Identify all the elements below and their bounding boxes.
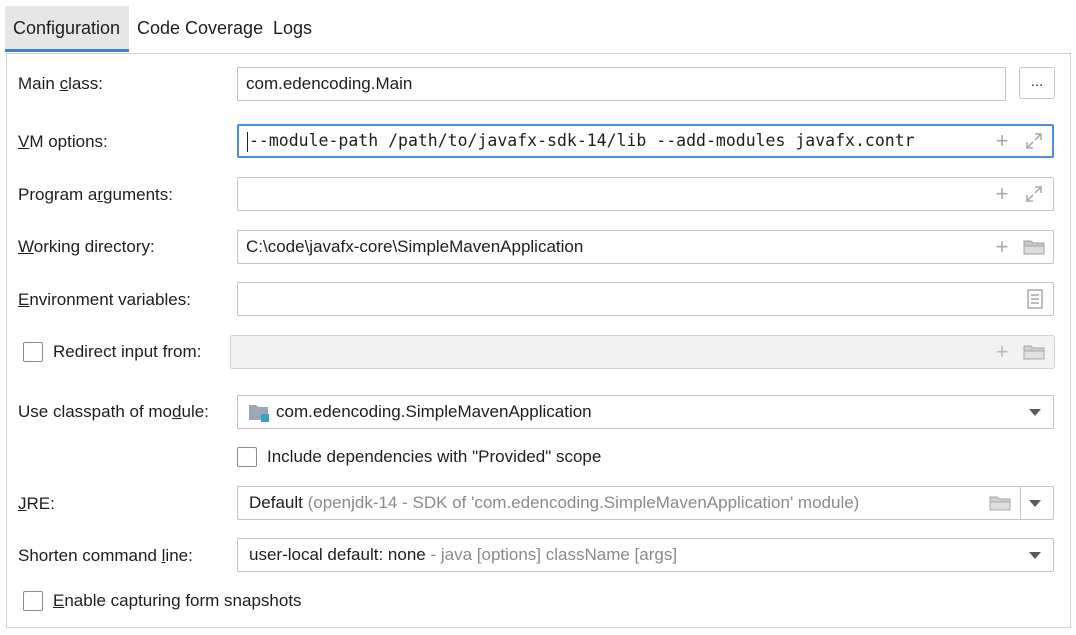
folder-icon[interactable] (1021, 336, 1047, 368)
working-directory-field[interactable]: C:\code\javafx-core\SimpleMavenApplicati… (237, 230, 1054, 264)
plus-icon[interactable]: + (989, 336, 1015, 368)
plus-icon[interactable]: + (989, 126, 1015, 156)
vm-options-field[interactable]: --module-path /path/to/javafx-sdk-14/lib… (237, 124, 1054, 158)
include-dependencies-checkbox[interactable] (237, 447, 257, 467)
tab-code-coverage[interactable]: Code Coverage (129, 6, 271, 52)
chevron-down-icon (1029, 409, 1041, 416)
document-list-icon[interactable] (1022, 283, 1048, 315)
text-cursor (247, 132, 248, 152)
jre-dropdown[interactable]: Default (openjdk-14 - SDK of 'com.edenco… (237, 486, 1054, 520)
capture-snapshots-label: Enable capturing form snapshots (53, 591, 302, 610)
environment-variables-field[interactable] (237, 282, 1054, 316)
expand-icon[interactable] (1021, 126, 1047, 156)
vm-options-value: --module-path /path/to/javafx-sdk-14/lib… (249, 131, 915, 150)
working-directory-value: C:\code\javafx-core\SimpleMavenApplicati… (246, 237, 584, 256)
jre-value: Default (openjdk-14 - SDK of 'com.edenco… (249, 493, 860, 512)
module-folder-icon (248, 403, 270, 428)
tab-configuration[interactable]: Configuration (5, 6, 129, 52)
jre-label: JRE: (18, 494, 55, 513)
capture-snapshots-checkbox[interactable] (23, 591, 43, 611)
redirect-input-field[interactable]: + (230, 335, 1055, 369)
tab-logs[interactable]: Logs (265, 6, 320, 52)
redirect-input-checkbox[interactable] (23, 342, 43, 362)
expand-icon[interactable] (1021, 178, 1047, 210)
environment-variables-label: Environment variables: (18, 290, 191, 309)
plus-icon[interactable]: + (989, 178, 1015, 210)
vm-options-label: VM options: (18, 132, 108, 151)
include-dependencies-label: Include dependencies with "Provided" sco… (267, 447, 602, 466)
tab-bar: Configuration Code Coverage Logs (0, 0, 1076, 54)
main-class-browse-button[interactable]: ... (1019, 67, 1055, 99)
folder-icon[interactable] (1021, 231, 1047, 263)
shorten-command-line-label: Shorten command line: (18, 546, 193, 565)
main-class-field[interactable]: com.edencoding.Main (237, 67, 1006, 101)
redirect-input-label: Redirect input from: (53, 342, 202, 361)
shorten-command-line-value: user-local default: none - java [options… (249, 545, 678, 564)
program-arguments-label: Program arguments: (18, 185, 173, 204)
classpath-module-dropdown[interactable]: com.edencoding.SimpleMavenApplication (237, 395, 1054, 429)
main-class-label: Main class: (18, 74, 104, 93)
chevron-down-icon (1029, 552, 1041, 559)
program-arguments-field[interactable]: + (237, 177, 1054, 211)
working-directory-label: Working directory: (18, 237, 155, 256)
dropdown-divider (1020, 487, 1021, 519)
main-class-value: com.edencoding.Main (246, 74, 413, 93)
folder-icon[interactable] (989, 494, 1011, 517)
plus-icon[interactable]: + (989, 231, 1015, 263)
classpath-module-value: com.edencoding.SimpleMavenApplication (276, 402, 592, 421)
chevron-down-icon[interactable] (1029, 500, 1041, 507)
classpath-module-label: Use classpath of module: (18, 402, 209, 421)
shorten-command-line-dropdown[interactable]: user-local default: none - java [options… (237, 538, 1054, 572)
